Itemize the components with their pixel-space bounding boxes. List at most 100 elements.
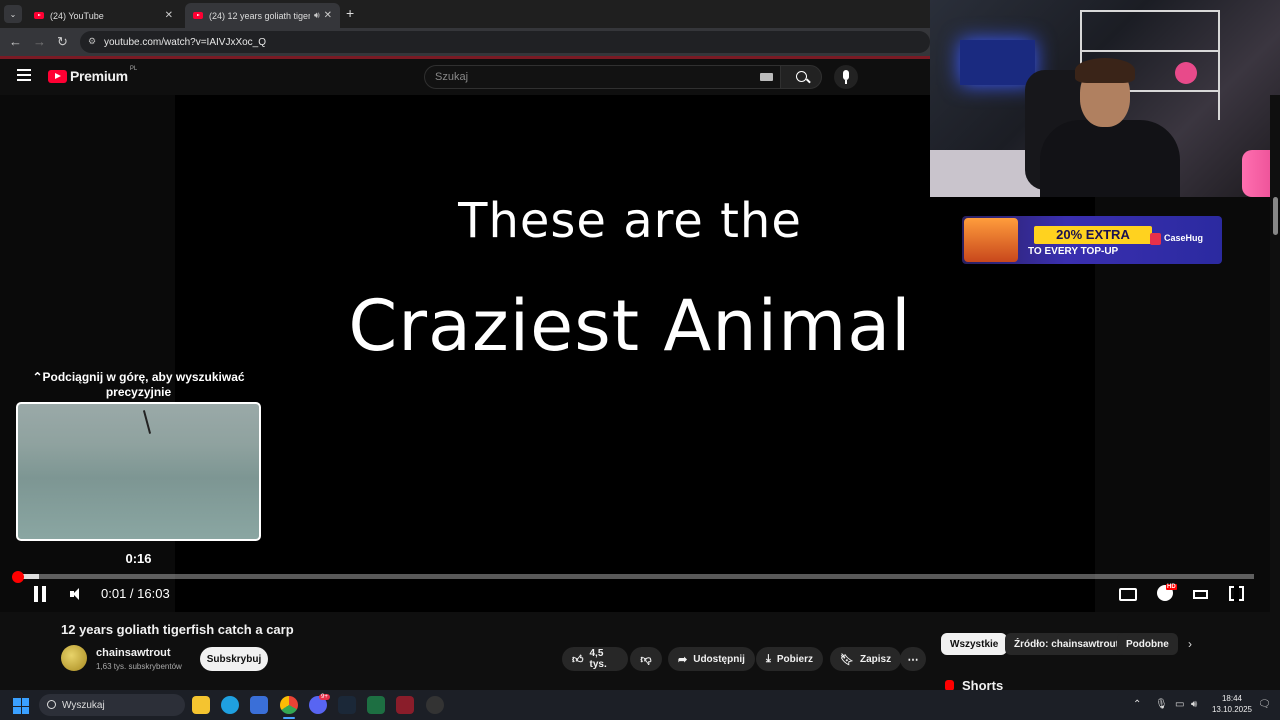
theater-mode-button[interactable] [1193,590,1208,599]
shelf [1218,10,1220,120]
search-button[interactable] [780,65,822,89]
file-explorer-icon[interactable] [192,696,210,714]
share-label: Udostępnij [693,653,745,665]
reload-icon[interactable]: ↻ [57,34,68,50]
volume-icon[interactable] [70,587,86,601]
obs-icon[interactable] [426,696,444,714]
channel-avatar[interactable] [61,645,87,671]
video-frame-text-2: Craziest Animal [348,285,912,367]
channel-name[interactable]: chainsawtrout [96,647,171,659]
chrome-icon[interactable] [280,696,298,714]
like-count: 4,5 tys. [589,648,607,670]
time-display: 0:01 / 16:03 [101,586,170,601]
like-button[interactable]: 👍︎ 4,5 tys. [562,647,628,671]
webcam-overlay [930,0,1280,197]
windows-taskbar: Wyszukaj 9+ ⌃ 🎙︎ ▭ 🔊︎ 18:44 13.10.2025 🗨… [0,690,1280,720]
tab-list-button[interactable]: ⌄ [4,5,22,23]
share-icon: ➦ [678,653,688,666]
tab-label: (24) YouTube [50,10,104,21]
shelf [1080,10,1220,12]
speaker-icon[interactable]: 🔊︎ [314,10,320,21]
tab-video[interactable]: (24) 12 years goliath tigerfis 🔊︎ ✕ [185,3,340,28]
thumbs-up-icon: 👍︎ [572,653,584,666]
subscriber-count: 1,63 tys. subskrybentów [96,662,182,671]
save-button[interactable]: 🔖︎ Zapisz [830,647,902,671]
share-button[interactable]: ➦ Udostępnij [668,647,755,671]
thumbs-down-icon: 👎︎ [640,653,652,666]
windows-start-icon[interactable] [13,698,29,714]
seek-preview-thumbnail [16,402,261,541]
ad-subline: TO EVERY TOP-UP [1028,246,1119,257]
search-input[interactable]: Szukaj [424,65,780,89]
url-text: youtube.com/watch?v=IAIVJxXoc_Q [104,36,267,48]
pink-object [1175,62,1197,84]
chip-from-channel[interactable]: Źródło: chainsawtrout [1005,633,1128,655]
download-icon: ⤓ [766,652,771,665]
chevron-right-icon[interactable]: › [1188,637,1192,651]
tab-youtube-home[interactable]: (24) YouTube ✕ [26,3,181,28]
address-bar[interactable]: ⚙ youtube.com/watch?v=IAIVJxXoc_Q [80,31,930,53]
active-app-indicator [283,717,295,719]
clock-time: 18:44 [1221,694,1243,703]
fullscreen-button[interactable] [1229,585,1244,602]
speaker-icon[interactable]: 🔊︎ [1191,699,1197,710]
seek-hint-text: Podciągnij w górę, aby wyszukiwać precyz… [42,370,245,399]
page-scrollbar[interactable] [1270,95,1280,690]
ad-brand: CaseHug [1164,233,1204,243]
subtitles-button[interactable] [1119,588,1137,601]
casehug-ad-banner[interactable]: 20% EXTRA TO EVERY TOP-UP CaseHug [962,216,1222,264]
more-actions-button[interactable]: ⋯ [900,647,926,671]
shelf [1080,50,1220,52]
ad-headline: 20% EXTRA [1034,226,1152,244]
logo-region: PL [129,66,138,72]
progress-bar[interactable] [17,574,1254,579]
taskbar-clock[interactable]: 18:44 13.10.2025 [1210,693,1254,715]
keyboard-icon[interactable] [760,73,773,81]
close-icon[interactable]: ✕ [165,10,173,21]
youtube-premium-logo[interactable]: Premium PL [48,66,138,84]
monitor-glow [960,40,1035,85]
chip-all[interactable]: Wszystkie [941,633,1008,655]
back-arrow-icon[interactable]: ← [9,34,22,49]
edge-icon[interactable] [221,696,239,714]
clock-date: 13.10.2025 [1211,705,1253,714]
search-placeholder: Szukaj [435,71,469,83]
dislike-button[interactable]: 👎︎ [630,647,662,671]
seek-preview-time: 0:16 [125,551,152,566]
game-app-icon[interactable] [396,696,414,714]
streamer-body [1040,120,1180,197]
youtube-favicon-icon [34,12,44,19]
download-button[interactable]: ⤓ Pobierz [756,647,823,671]
bookmark-icon: 🔖︎ [840,653,854,666]
chip-related[interactable]: Podobne [1117,633,1178,655]
more-horizontal-icon: ⋯ [907,653,919,666]
taskbar-search[interactable]: Wyszukaj [39,694,185,716]
notification-icon[interactable]: 🗨︎ [1258,699,1271,710]
microphone-icon[interactable]: 🎙︎ [1155,699,1168,710]
youtube-favicon-icon [193,12,203,19]
chevron-up-icon: ⌃ [32,370,43,384]
progress-scrubber[interactable] [12,571,24,583]
voice-search-button[interactable] [834,65,858,89]
excel-icon[interactable] [367,696,385,714]
forward-arrow-icon[interactable]: → [33,34,46,49]
chevron-up-icon[interactable]: ⌃ [1133,699,1141,710]
scrollbar-thumb[interactable] [1273,197,1278,235]
casehug-logo-icon [1150,233,1161,245]
download-label: Pobierz [776,653,813,665]
network-icon[interactable]: ▭ [1175,699,1184,710]
streamer-hair [1075,58,1135,83]
hd-badge: HD [1166,584,1177,590]
ad-case-image [964,218,1018,262]
menu-icon[interactable] [17,69,31,81]
store-icon[interactable] [250,696,268,714]
pause-button[interactable] [33,586,47,602]
site-info-icon[interactable]: ⚙ [88,36,96,47]
new-tab-button[interactable]: + [346,5,354,21]
video-title: 12 years goliath tigerfish catch a carp [61,622,294,637]
youtube-play-icon [48,69,67,83]
close-icon[interactable]: ✕ [324,10,332,21]
discord-badge: 9+ [319,694,330,700]
subscribe-button[interactable]: Subskrybuj [200,647,268,671]
steam-icon[interactable] [338,696,356,714]
